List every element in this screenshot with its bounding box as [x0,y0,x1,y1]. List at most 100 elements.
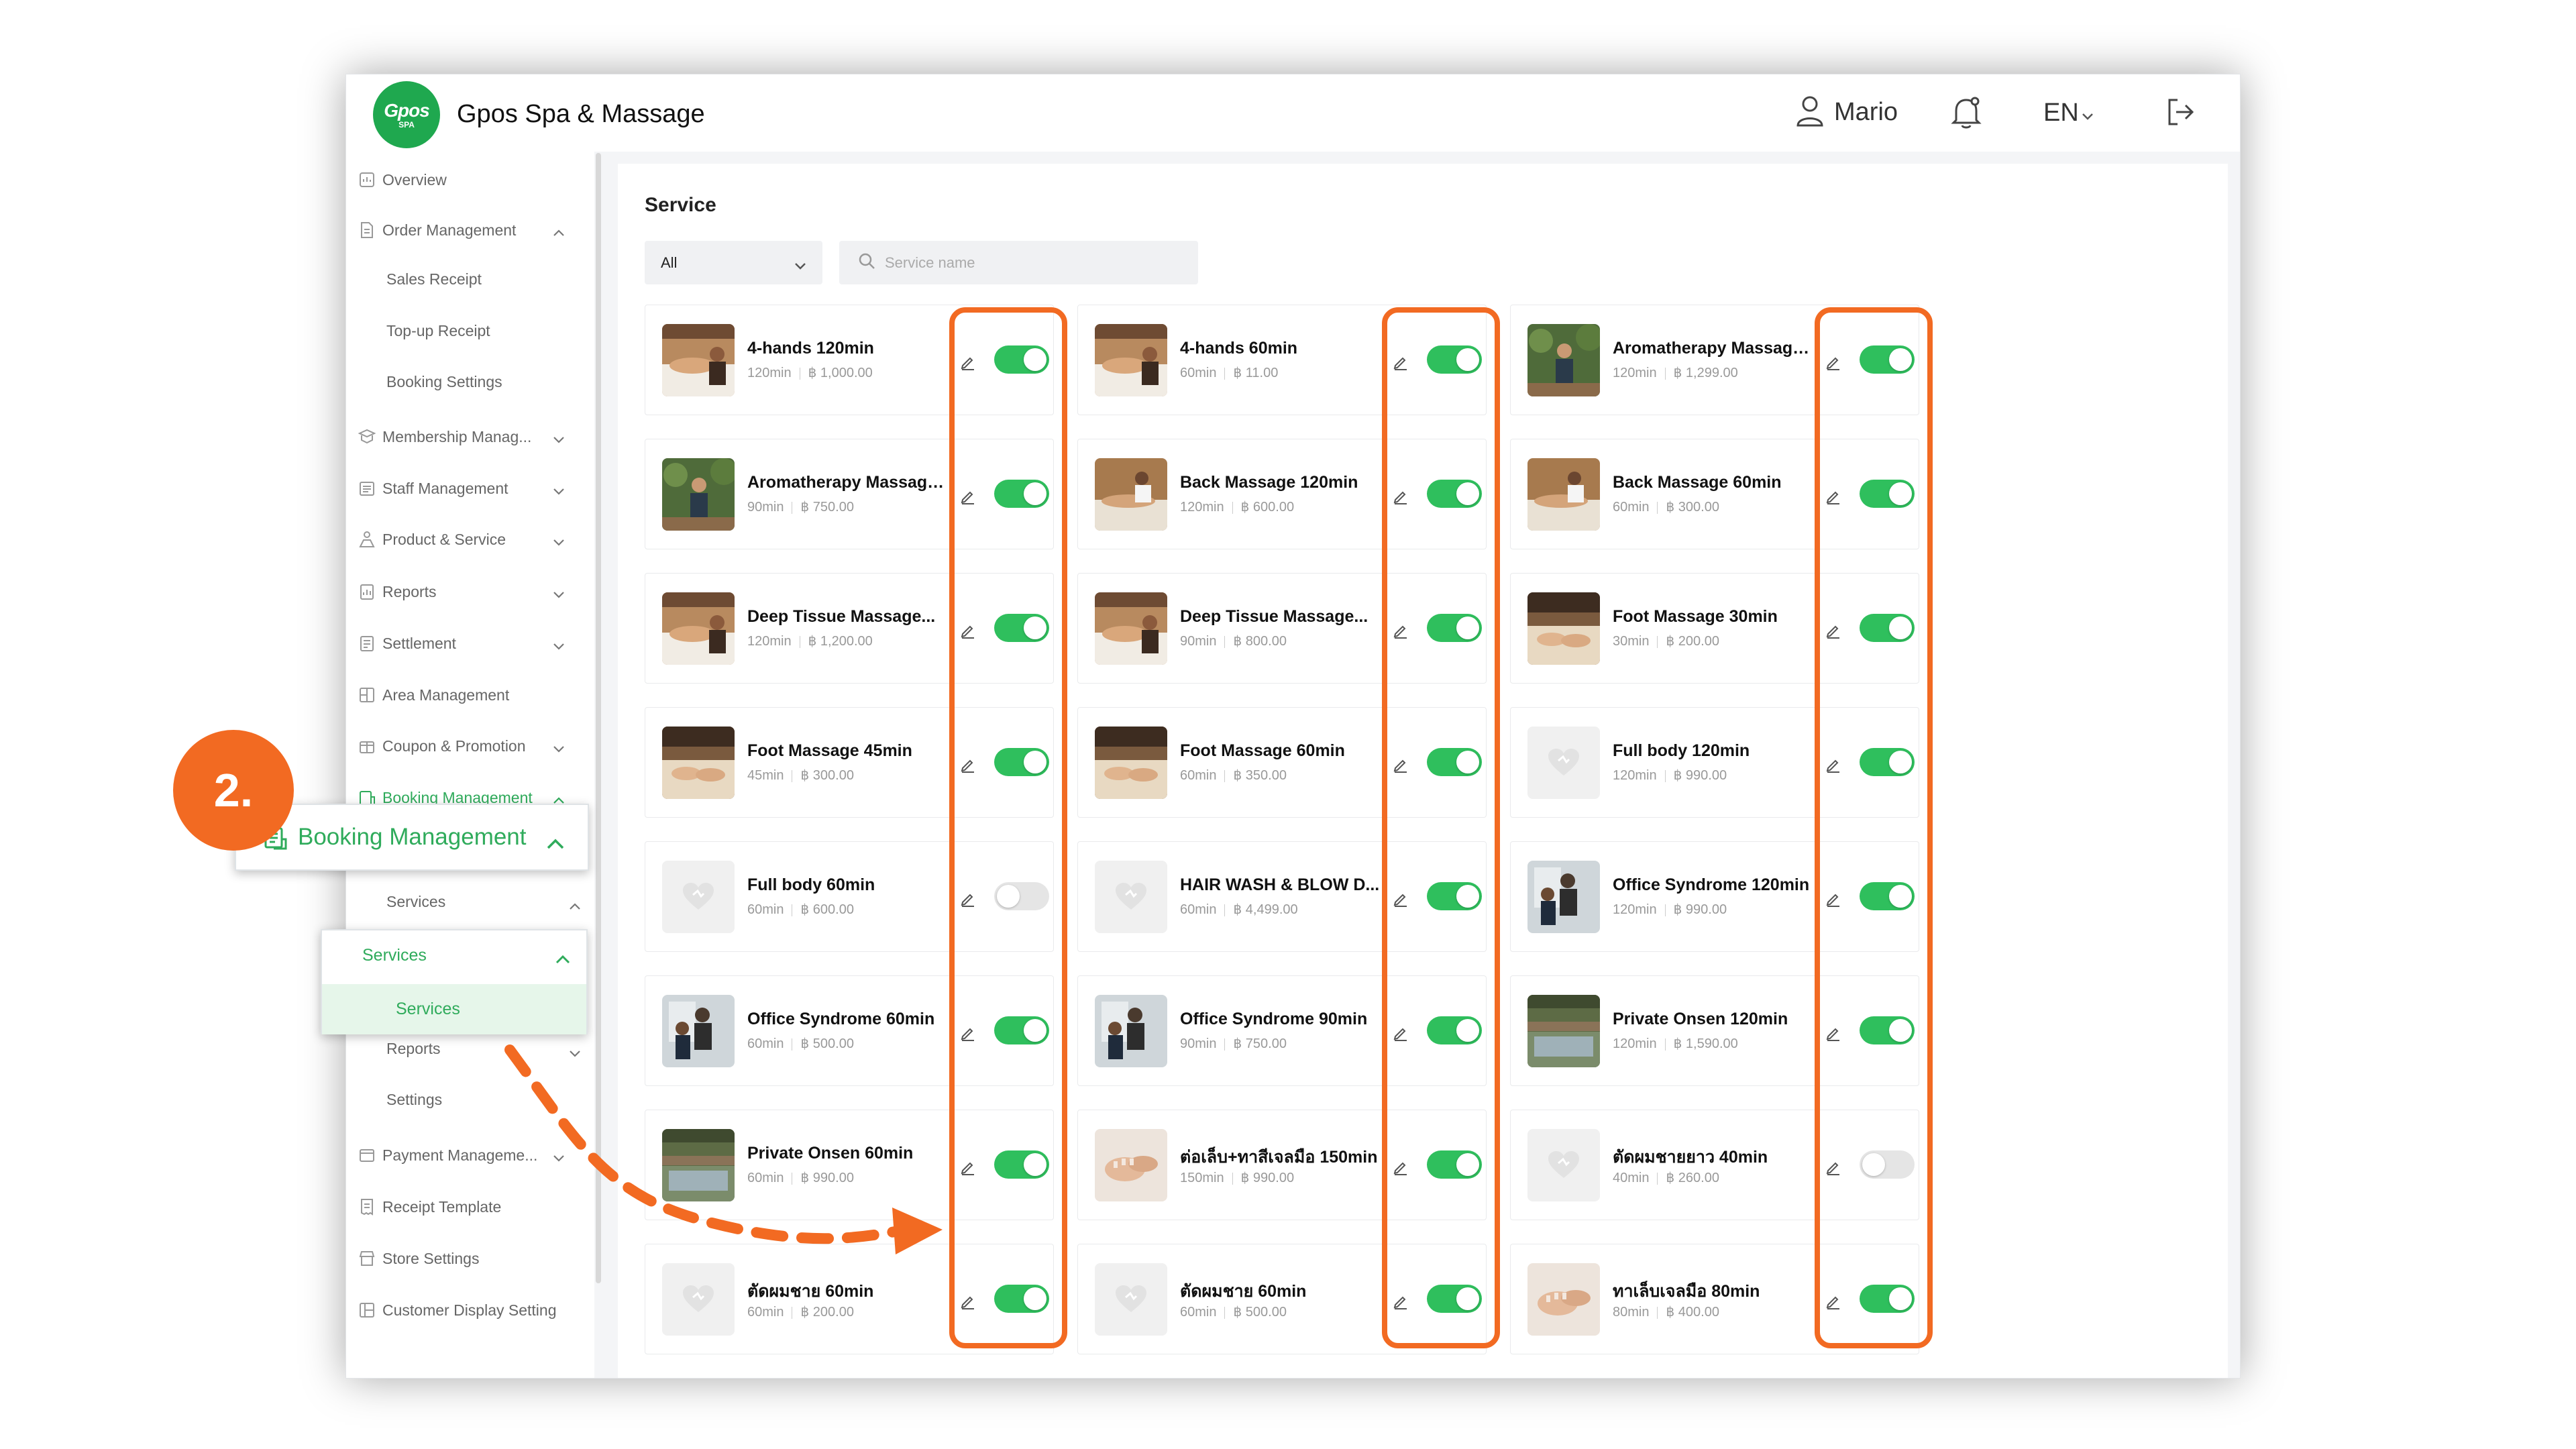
service-name: HAIR WASH & BLOW D... [1180,875,1380,894]
search-box [839,241,1198,284]
sidebar-item-payment-manageme[interactable]: Payment Manageme... [358,1135,580,1175]
sidebar-item-label: Payment Manageme... [382,1146,538,1164]
sidebar-item-reports[interactable]: Reports [358,572,580,612]
service-name: Office Syndrome 120min [1613,875,1810,894]
payment-icon [358,1146,376,1164]
user-icon [1795,95,1825,130]
service-name: Deep Tissue Massage... [1180,607,1368,626]
sidebar-item-product-service[interactable]: Product & Service [358,519,580,559]
service-thumbnail [1095,458,1167,531]
meta-divider [1657,501,1658,514]
callout-label: Booking Management [298,824,527,850]
service-meta: 60min ฿ 600.00 [747,901,854,918]
service-price: ฿ 260.00 [1666,1171,1719,1185]
sidebar-item-customer-display-setting[interactable]: Customer Display Setting [358,1290,580,1330]
services-child-item[interactable]: Services [322,984,586,1034]
meta-divider [1224,367,1226,380]
service-duration: 60min [747,902,784,917]
service-duration: 45min [747,768,784,783]
meta-divider [1224,904,1226,916]
service-name: Aromatherapy Massage... [747,473,949,492]
sidebar-item-label: Overview [382,170,447,189]
sidebar-item-label: Store Settings [382,1249,480,1267]
sidebar-item-label: Coupon & Promotion [382,737,526,755]
service-duration: 60min [747,1036,784,1051]
service-name: ตัดผมชายยาว 40min [1613,1148,1768,1167]
service-name: ตัดผมชาย 60min [747,1282,874,1301]
sidebar-scrollbar[interactable] [596,153,601,1283]
sidebar-item-staff-management[interactable]: Staff Management [358,468,580,508]
sidebar-subitem-services[interactable]: Services [386,885,581,918]
filter-value: All [661,254,678,271]
sidebar-item-settlement[interactable]: Settlement [358,623,580,663]
sidebar-item-label: Area Management [382,686,510,704]
services-parent-item[interactable]: Services [322,930,586,981]
service-thumbnail [662,995,735,1067]
coupon-icon [358,737,376,755]
service-name: Deep Tissue Massage... [747,607,936,626]
service-thumbnail [662,324,735,396]
meta-divider [1224,769,1226,782]
report-icon [358,583,376,600]
sidebar-subitem-top-up-receipt[interactable]: Top-up Receipt [386,314,581,347]
service-name: Foot Massage 60min [1180,741,1345,760]
meta-divider [1657,635,1658,648]
service-thumbnail [662,458,735,531]
sidebar-item-membership-manag[interactable]: Membership Manag... [358,417,580,457]
sidebar-item-area-management[interactable]: Area Management [358,675,580,715]
service-thumbnail [662,592,735,665]
chevron-down-icon [553,637,565,655]
sidebar-item-label: Top-up Receipt [386,321,490,339]
service-duration: 120min [747,634,792,649]
service-thumbnail [1095,592,1167,665]
service-name: Office Syndrome 60min [747,1010,935,1028]
sidebar-item-order-management[interactable]: Order Management [358,210,580,250]
meta-divider [1664,1038,1666,1051]
service-duration: 60min [1180,366,1217,380]
language-selector[interactable]: EN [2043,99,2094,127]
category-filter-select[interactable]: All [645,241,822,284]
service-thumbnail [1095,324,1167,396]
sidebar-item-label: Services [386,892,446,910]
sidebar-item-label: Booking Settings [386,372,502,390]
chevron-down-icon [553,482,565,500]
sidebar-item-label: Settings [386,1090,443,1108]
sidebar-item-overview[interactable]: Overview [358,160,580,200]
logout-icon[interactable] [2164,96,2196,131]
image-placeholder-icon [662,861,735,933]
sidebar-subitem-sales-receipt[interactable]: Sales Receipt [386,262,581,296]
service-thumbnail [1527,324,1600,396]
service-name: Office Syndrome 90min [1180,1010,1368,1028]
display-icon [358,1301,376,1319]
meta-divider [1664,769,1666,782]
app-title: Gpos Spa & Massage [457,100,705,128]
chevron-down-icon [553,585,565,603]
service-price: ฿ 400.00 [1666,1305,1719,1320]
sidebar-item-store-settings[interactable]: Store Settings [358,1238,580,1279]
sidebar-subitem-booking-settings[interactable]: Booking Settings [386,365,581,398]
service-meta: 60min ฿ 11.00 [1180,364,1278,381]
sidebar-item-coupon-promotion[interactable]: Coupon & Promotion [358,726,580,766]
sidebar-item-label: Staff Management [382,479,508,497]
brand-logo[interactable]: Gpos SPA [373,81,440,148]
service-meta: 60min ฿ 990.00 [747,1169,854,1186]
sidebar-subitem-reports[interactable]: Reports [386,1032,581,1065]
notification-bell-icon[interactable] [1949,95,1983,134]
product-icon [358,531,376,548]
service-thumbnail [1095,995,1167,1067]
service-price: ฿ 990.00 [1673,902,1727,917]
sidebar-item-label: Receipt Template [382,1197,502,1216]
service-search-input[interactable] [885,254,1180,272]
service-duration: 60min [747,1171,784,1185]
sidebar-item-label: Order Management [382,221,517,239]
service-meta: 120min ฿ 1,299.00 [1613,364,1738,381]
sidebar-subitem-settings[interactable]: Settings [386,1083,581,1116]
service-duration: 90min [1180,634,1217,649]
service-meta: 120min ฿ 1,200.00 [747,633,873,649]
chevron-up-icon [555,949,570,969]
sidebar-item-receipt-template[interactable]: Receipt Template [358,1187,580,1227]
service-duration: 120min [1180,500,1224,515]
service-thumbnail [1527,592,1600,665]
user-menu[interactable]: Mario [1795,95,1898,130]
meta-divider [1232,501,1233,514]
